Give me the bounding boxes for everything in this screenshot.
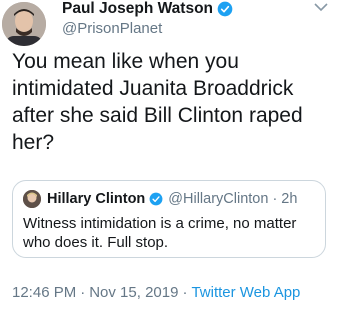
tweet-date[interactable]: Nov 15, 2019 (89, 284, 178, 301)
tweet-meta: 12:46 PM · Nov 15, 2019 · Twitter Web App (12, 284, 300, 301)
quoted-tweet-time: 2h (281, 191, 298, 207)
chevron-down-icon[interactable] (314, 2, 328, 12)
quoted-author-avatar (23, 190, 41, 208)
quoted-author-name: Hillary Clinton (47, 191, 146, 207)
source-app-link[interactable]: Twitter Web App (191, 284, 300, 301)
quoted-avatar-image (23, 190, 41, 208)
quoted-tweet-header: Hillary Clinton @HillaryClinton · 2h (23, 190, 297, 208)
quoted-tweet-card[interactable]: Hillary Clinton @HillaryClinton · 2h Wit… (12, 180, 326, 258)
separator-dot: · (272, 191, 278, 207)
verified-badge-icon (149, 192, 163, 206)
verified-badge-icon (217, 1, 233, 17)
author-name[interactable]: Paul Joseph Watson (62, 0, 213, 18)
author-name-row: Paul Joseph Watson (62, 0, 233, 18)
author-avatar-image (2, 2, 46, 46)
tweet-header: Paul Joseph Watson @PrisonPlanet (0, 0, 340, 48)
separator-dot: · (182, 284, 188, 301)
author-handle[interactable]: @PrisonPlanet (62, 20, 162, 37)
quoted-author-handle: @HillaryClinton (168, 191, 269, 207)
author-avatar[interactable] (2, 2, 46, 46)
quoted-tweet-text: Witness intimidation is a crime, no matt… (23, 215, 297, 251)
tweet-text: You mean like when you intimidated Juani… (12, 50, 303, 154)
tweet-time[interactable]: 12:46 PM (12, 284, 76, 301)
separator-dot: · (80, 284, 86, 301)
